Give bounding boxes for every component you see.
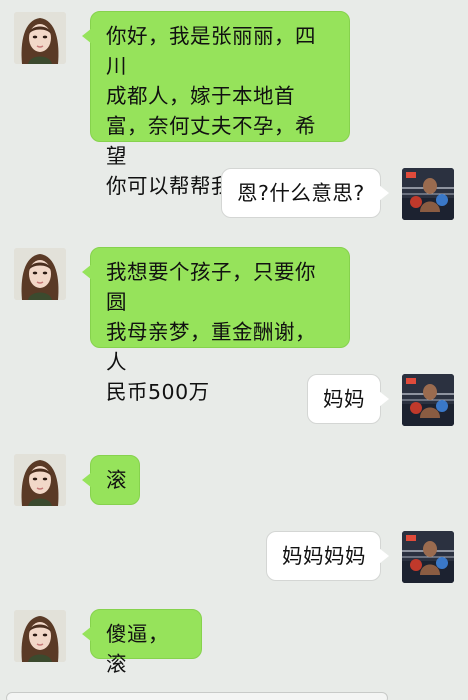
contact-avatar[interactable] bbox=[14, 610, 66, 662]
incoming-message-bubble[interactable]: 滚 bbox=[82, 455, 140, 505]
incoming-message-bubble[interactable]: 你好，我是张丽丽，四川 成都人，嫁于本地首 富，奈何丈夫不孕，希望 你可以帮帮我 bbox=[82, 11, 350, 198]
contact-avatar[interactable] bbox=[14, 12, 66, 64]
outgoing-message-bubble[interactable]: 恩?什么意思? bbox=[221, 168, 389, 218]
message-input-edge[interactable] bbox=[6, 692, 388, 700]
woman-portrait-icon bbox=[14, 248, 66, 300]
contact-avatar[interactable] bbox=[14, 454, 66, 506]
incoming-message-bubble[interactable]: 我想要个孩子，只要你圆 我母亲梦，重金酬谢，人 民币500万 bbox=[82, 247, 350, 404]
self-avatar[interactable] bbox=[402, 168, 454, 220]
boxer-in-ring-icon bbox=[402, 168, 454, 220]
woman-portrait-icon bbox=[14, 12, 66, 64]
contact-avatar[interactable] bbox=[14, 248, 66, 300]
outgoing-message-bubble[interactable]: 妈妈妈妈 bbox=[266, 531, 389, 581]
woman-portrait-icon bbox=[14, 454, 66, 506]
incoming-message-bubble[interactable]: 傻逼，滚 bbox=[82, 609, 202, 676]
boxer-in-ring-icon bbox=[402, 374, 454, 426]
outgoing-message-bubble[interactable]: 妈妈 bbox=[307, 374, 389, 424]
woman-portrait-icon bbox=[14, 610, 66, 662]
self-avatar[interactable] bbox=[402, 374, 454, 426]
self-avatar[interactable] bbox=[402, 531, 454, 583]
boxer-in-ring-icon bbox=[402, 531, 454, 583]
chat-view: 你好，我是张丽丽，四川 成都人，嫁于本地首 富，奈何丈夫不孕，希望 你可以帮帮我… bbox=[0, 0, 468, 700]
